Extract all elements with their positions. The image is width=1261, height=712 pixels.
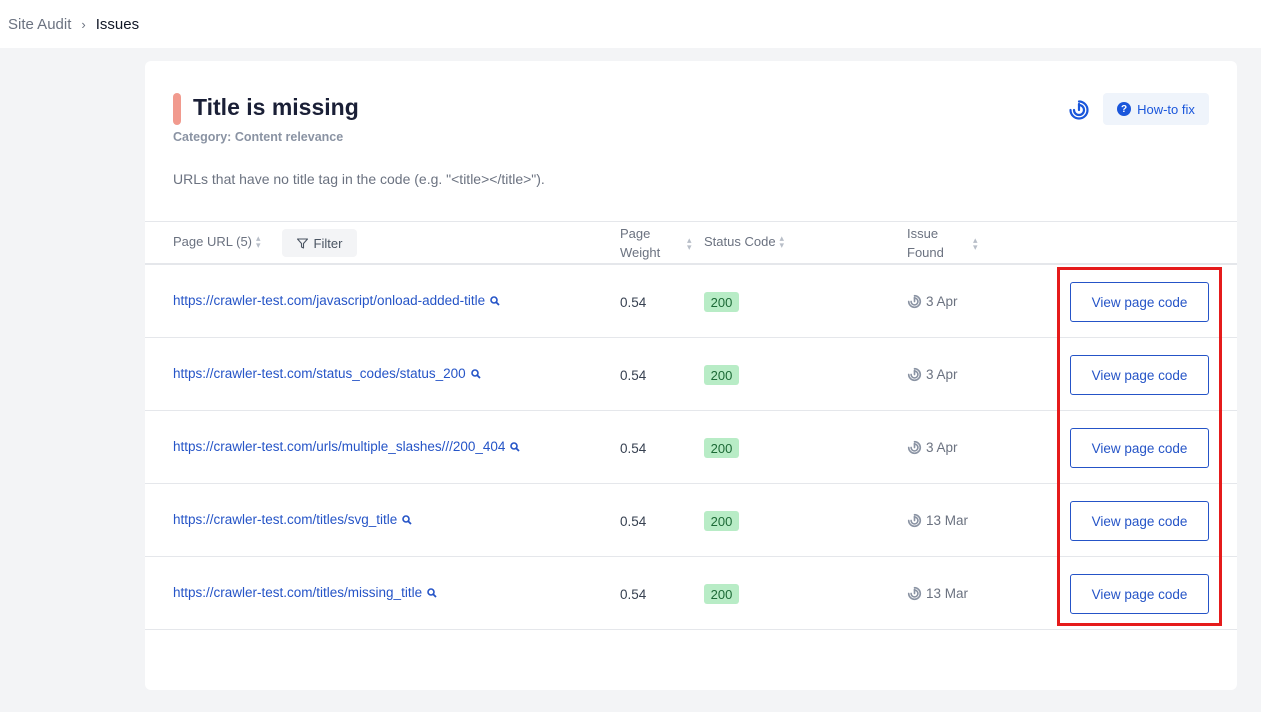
search-icon[interactable] — [402, 514, 412, 525]
status-badge: 200 — [704, 365, 739, 385]
page-url-link[interactable]: https://crawler-test.com/titles/missing_… — [173, 585, 437, 600]
view-page-code-button[interactable]: View page code — [1070, 355, 1209, 395]
page-weight: 0.54 — [620, 514, 647, 529]
how-to-fix-label: How-to fix — [1137, 101, 1195, 117]
page-weight: 0.54 — [620, 368, 647, 383]
filter-icon — [296, 237, 308, 249]
search-icon[interactable] — [427, 587, 437, 598]
crawl-icon — [907, 513, 922, 528]
issue-found-date: 13 Mar — [926, 586, 969, 601]
issue-category: Category: Content relevance — [173, 130, 344, 144]
issue-found: 13 Mar — [907, 586, 968, 601]
issue-found: 3 Apr — [907, 294, 958, 309]
header-issue-found-line1: Issue — [907, 226, 939, 241]
sort-icon: ▴ ▾ — [779, 232, 785, 250]
search-icon[interactable] — [510, 441, 521, 452]
issue-found-date: 13 Mar — [926, 513, 969, 528]
filter-button[interactable]: Filter — [282, 229, 357, 257]
status-badge: 200 — [704, 584, 739, 604]
breadcrumb: Site Audit › Issues — [0, 0, 1261, 48]
table-row: https://crawler-test.com/titles/missing_… — [145, 557, 1237, 630]
table-row: https://crawler-test.com/javascript/onlo… — [145, 265, 1237, 338]
header-page-weight-line1: Page — [620, 226, 651, 241]
crawl-icon — [907, 586, 922, 601]
page-weight: 0.54 — [620, 441, 647, 456]
page-url-link[interactable]: https://crawler-test.com/titles/svg_titl… — [173, 512, 412, 527]
view-page-code-button[interactable]: View page code — [1070, 428, 1209, 468]
header-page-url[interactable]: Page URL (5) ▴ ▾ — [173, 232, 261, 250]
page-weight: 0.54 — [620, 295, 647, 310]
page-url-text: https://crawler-test.com/titles/missing_… — [173, 585, 423, 600]
issue-description: URLs that have no title tag in the code … — [173, 171, 545, 187]
sort-icon[interactable]: ▴ ▾ — [973, 236, 978, 252]
page-url-link[interactable]: https://crawler-test.com/urls/multiple_s… — [173, 439, 521, 454]
table-row: https://crawler-test.com/titles/svg_titl… — [145, 484, 1237, 557]
table-row: https://crawler-test.com/urls/multiple_s… — [145, 411, 1237, 484]
header-issue-found-line2: Found — [907, 245, 944, 260]
page-url-link[interactable]: https://crawler-test.com/status_codes/st… — [173, 366, 481, 381]
status-badge: 200 — [704, 438, 739, 458]
view-page-code-button[interactable]: View page code — [1070, 574, 1209, 614]
issue-found-date: 3 Apr — [926, 367, 958, 382]
header-status-code[interactable]: Status Code ▴ ▾ — [704, 232, 785, 250]
header-page-weight-line2: Weight — [620, 245, 661, 260]
view-page-code-button[interactable]: View page code — [1070, 501, 1209, 541]
question-icon: ? — [1117, 102, 1132, 116]
issue-found: 3 Apr — [907, 367, 958, 382]
view-page-code-button[interactable]: View page code — [1070, 282, 1209, 322]
filter-label: Filter — [313, 235, 343, 251]
issue-title: Title is missing — [193, 94, 359, 120]
issue-found: 13 Mar — [907, 513, 968, 528]
search-icon[interactable] — [470, 368, 481, 379]
sort-icon[interactable]: ▴ ▾ — [687, 236, 692, 252]
page-url-text: https://crawler-test.com/urls/multiple_s… — [173, 439, 506, 454]
page-url-link[interactable]: https://crawler-test.com/javascript/onlo… — [173, 293, 500, 308]
page-url-text: https://crawler-test.com/javascript/onlo… — [173, 293, 486, 308]
table-row: https://crawler-test.com/status_codes/st… — [145, 338, 1237, 411]
table-header: Page URL (5) ▴ ▾ Filter Page Weight ▴ ▾ St… — [145, 221, 1237, 265]
issue-found-date: 3 Apr — [926, 294, 958, 309]
page-url-text: https://crawler-test.com/status_codes/st… — [173, 366, 466, 381]
title-accent-bar — [173, 93, 181, 125]
page-weight: 0.54 — [620, 587, 647, 602]
header-page-url-label: Page URL (5) — [173, 234, 252, 249]
issue-found: 3 Apr — [907, 440, 958, 455]
sort-icon: ▴ ▾ — [256, 232, 261, 250]
status-badge: 200 — [704, 511, 739, 531]
how-to-fix-button[interactable]: ? How-to fix — [1103, 93, 1209, 125]
page-url-text: https://crawler-test.com/titles/svg_titl… — [173, 512, 398, 527]
header-page-weight[interactable]: Page Weight — [620, 224, 660, 262]
header-status-code-label: Status Code — [704, 234, 776, 249]
breadcrumb-issues: Issues — [95, 15, 140, 33]
crawl-icon — [907, 294, 922, 309]
crawl-icon — [907, 367, 922, 382]
status-badge: 200 — [704, 292, 739, 312]
crawl-icon[interactable] — [1068, 99, 1090, 121]
crawl-icon — [907, 440, 922, 455]
search-icon[interactable] — [490, 295, 500, 306]
header-issue-found[interactable]: Issue Found — [907, 224, 944, 262]
issue-found-date: 3 Apr — [926, 440, 958, 455]
issue-card: Title is missing Category: Content relev… — [145, 61, 1237, 690]
breadcrumb-separator: › — [81, 16, 86, 32]
breadcrumb-site-audit[interactable]: Site Audit — [8, 16, 71, 33]
